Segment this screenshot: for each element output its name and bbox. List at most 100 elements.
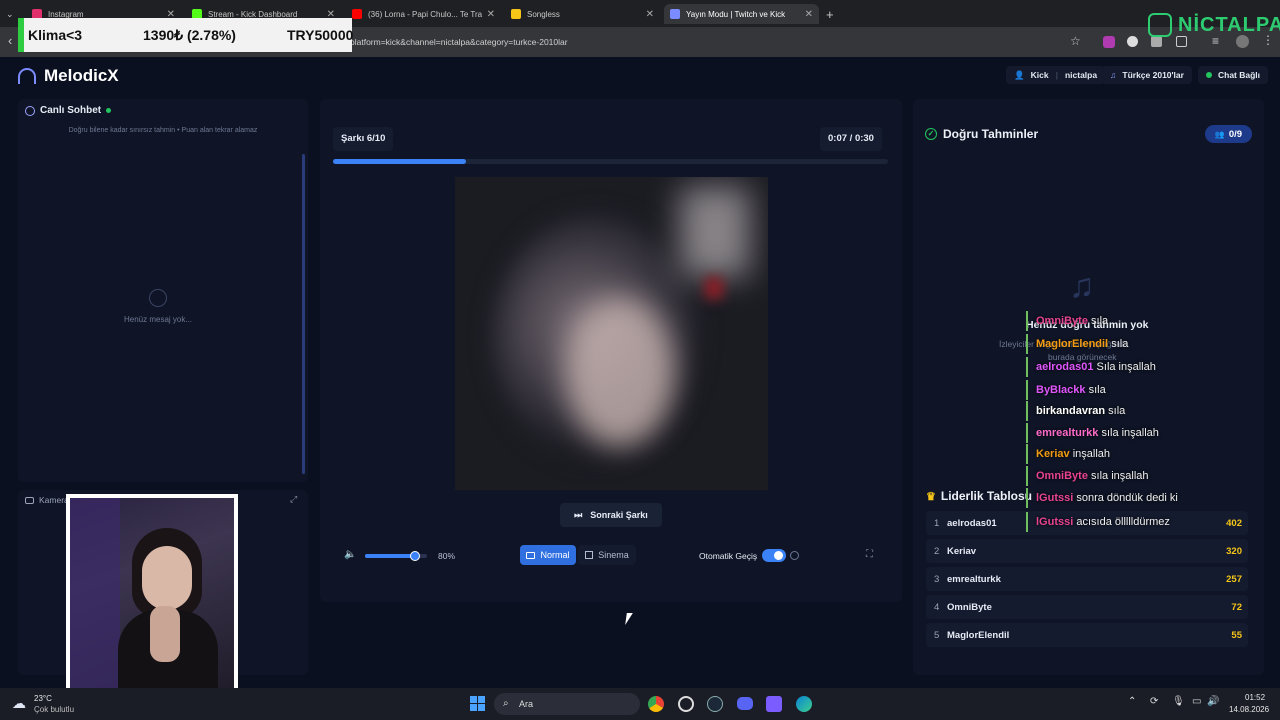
chat-overlay-message: Keriav inşallah [1026, 444, 1110, 464]
leaderboard-user: OmniByte [947, 602, 992, 613]
edge-icon[interactable] [796, 696, 812, 712]
leaderboard-user: MaglorElendil [947, 630, 1010, 641]
song-counter: Şarkı 6/10 [333, 127, 394, 151]
leaderboard-score: 320 [1226, 546, 1242, 557]
chevron-up-icon[interactable]: ⌃ [1128, 696, 1136, 707]
windows-start-icon[interactable] [470, 696, 485, 711]
chat-message-text: Sıla inşallah [1096, 361, 1156, 373]
chat-scrollbar[interactable] [302, 154, 305, 474]
leaderboard-row: 4 OmniByte 72 [926, 595, 1248, 619]
volume-icon[interactable]: 🔈 [344, 549, 356, 560]
chat-empty-text: Henüz mesaj yok... [123, 315, 193, 324]
chat-message-text: sıla [1088, 384, 1106, 396]
leaderboard-user: Keriav [947, 546, 977, 557]
category-pill: ♫ Türkçe 2010'lar [1102, 66, 1192, 84]
url-field[interactable]: platform=kick&channel=nictalpa&category=… [350, 33, 1060, 51]
app-logo[interactable]: MelodicX [18, 66, 119, 86]
progress-track[interactable] [333, 159, 888, 164]
online-dot-icon [106, 108, 112, 113]
expand-icon[interactable]: ⤢ [290, 494, 297, 505]
leaderboard-user: aelrodas01 [947, 518, 997, 529]
songless-icon [511, 9, 521, 19]
tab-youtube[interactable]: (36) Lorna - Papi Chulo... Te Tra ✕ [346, 4, 501, 24]
sync-icon[interactable]: ⟳ [1150, 696, 1158, 707]
album-artwork [455, 177, 768, 490]
bookmark-star-icon[interactable]: ☆ [1070, 34, 1081, 48]
volume-knob[interactable] [409, 551, 420, 561]
new-tab-button[interactable]: + [820, 4, 840, 24]
webcam-face [142, 546, 192, 610]
chat-username: ByBlackk [1036, 384, 1086, 396]
camera-icon [25, 496, 34, 504]
extension-icon[interactable] [1127, 36, 1138, 47]
chat-overlay-message: emrealturkk sıla inşallah [1026, 423, 1159, 443]
app-icon[interactable] [766, 696, 782, 712]
chat-message-text: sıla inşallah [1101, 427, 1159, 439]
app-title: MelodicX [44, 66, 119, 85]
steam-icon[interactable] [707, 696, 723, 712]
auto-advance-toggle[interactable] [762, 549, 786, 562]
guesses-title: Doğru Tahminler [943, 127, 1039, 141]
chat-panel-header: Canlı Sohbet [25, 105, 112, 116]
artwork-blur-face [565, 297, 675, 447]
leaderboard-rank: 3 [934, 574, 940, 585]
chat-status-label: Chat Bağlı [1218, 70, 1261, 80]
chat-username: Keriav [1036, 448, 1070, 460]
extension-icon[interactable] [1103, 36, 1115, 48]
chat-hint: Doğru bilene kadar sınırsız tahmin • Pua… [68, 127, 258, 134]
volume-slider[interactable] [365, 551, 427, 561]
chat-message-text: acısıda öllllldürmez [1076, 516, 1170, 528]
taskbar: ☁ 23°C Çok bulutlu ⌕ Ara ⌃ ⟳ 🎙 ▭ 🔊 01:52… [0, 688, 1280, 720]
chat-bubble-icon [25, 105, 35, 116]
leaderboard-score: 402 [1226, 518, 1242, 529]
app-icon[interactable] [678, 696, 694, 712]
chrome-icon[interactable] [648, 696, 664, 712]
chat-overlay-message: OmniByte sıla inşallah [1026, 466, 1149, 486]
donation-value: 1390₺ (2.78%) [143, 26, 236, 43]
chat-username: OmniByte [1036, 315, 1088, 327]
extension-icon[interactable] [1151, 36, 1162, 47]
discord-icon[interactable] [737, 697, 753, 710]
monitor-icon [526, 551, 536, 559]
mode-normal-button[interactable]: Normal [520, 545, 576, 565]
leaderboard-score: 72 [1231, 602, 1242, 613]
microphone-icon[interactable]: 🎙 [1172, 696, 1185, 707]
close-icon[interactable]: ✕ [646, 9, 654, 20]
chat-username: MaglorElendil [1036, 338, 1109, 350]
chat-overlay-message: MaglorElendil sıla [1026, 334, 1128, 354]
fullscreen-icon[interactable]: ⛶ [866, 549, 873, 560]
tab-yayin-modu[interactable]: Yayın Modu | Twitch ve Kick ✕ [664, 4, 819, 24]
chat-message-text: sonra döndük dedi ki [1076, 492, 1178, 504]
chat-overlay-message: OmniByte sıla [1026, 311, 1108, 331]
music-note-icon: ♫ [1069, 267, 1095, 305]
volume-icon[interactable]: 🔊 [1207, 696, 1219, 707]
tab-label: Yayın Modu | Twitch ve Kick [686, 9, 786, 19]
leaderboard-score: 257 [1226, 574, 1242, 585]
time-current: 0:07 [828, 133, 848, 144]
divider: | [1055, 70, 1058, 80]
taskbar-search[interactable]: ⌕ Ara [494, 693, 640, 715]
next-song-button[interactable]: ⏭ Sonraki Şarkı [560, 503, 662, 527]
monitor-icon[interactable]: ▭ [1192, 696, 1201, 707]
leaderboard-score: 55 [1231, 630, 1242, 641]
time-total: 0:30 [854, 133, 874, 144]
back-arrow-icon[interactable]: ‹ [8, 33, 12, 48]
chevron-down-icon: ⌄ [6, 8, 14, 19]
streamer-logo: NİCTALPA [1148, 13, 1280, 37]
close-icon[interactable]: ✕ [805, 9, 813, 20]
leaderboard-rank: 4 [934, 602, 940, 613]
mouse-cursor-icon [625, 613, 633, 625]
info-icon[interactable] [790, 551, 799, 560]
check-circle-icon: ✓ [925, 128, 937, 140]
extensions-puzzle-icon[interactable] [1176, 36, 1187, 47]
mode-cinema-button[interactable]: Sinema [578, 545, 636, 565]
donation-goal: TRY50000 [287, 27, 354, 43]
leaderboard-rank: 5 [934, 630, 940, 641]
chat-overlay-message: aelrodas01 Sıla inşallah [1026, 357, 1156, 377]
streamer-logo-text: NİCTALPA [1178, 13, 1280, 36]
camera-panel-title: Kamera [39, 495, 69, 505]
close-icon[interactable]: ✕ [487, 9, 495, 20]
chat-overlay-message: lGutssi acısıda öllllldürmez [1026, 512, 1170, 532]
tab-songless[interactable]: Songless ✕ [505, 4, 660, 24]
search-icon: ⌕ [503, 698, 509, 709]
